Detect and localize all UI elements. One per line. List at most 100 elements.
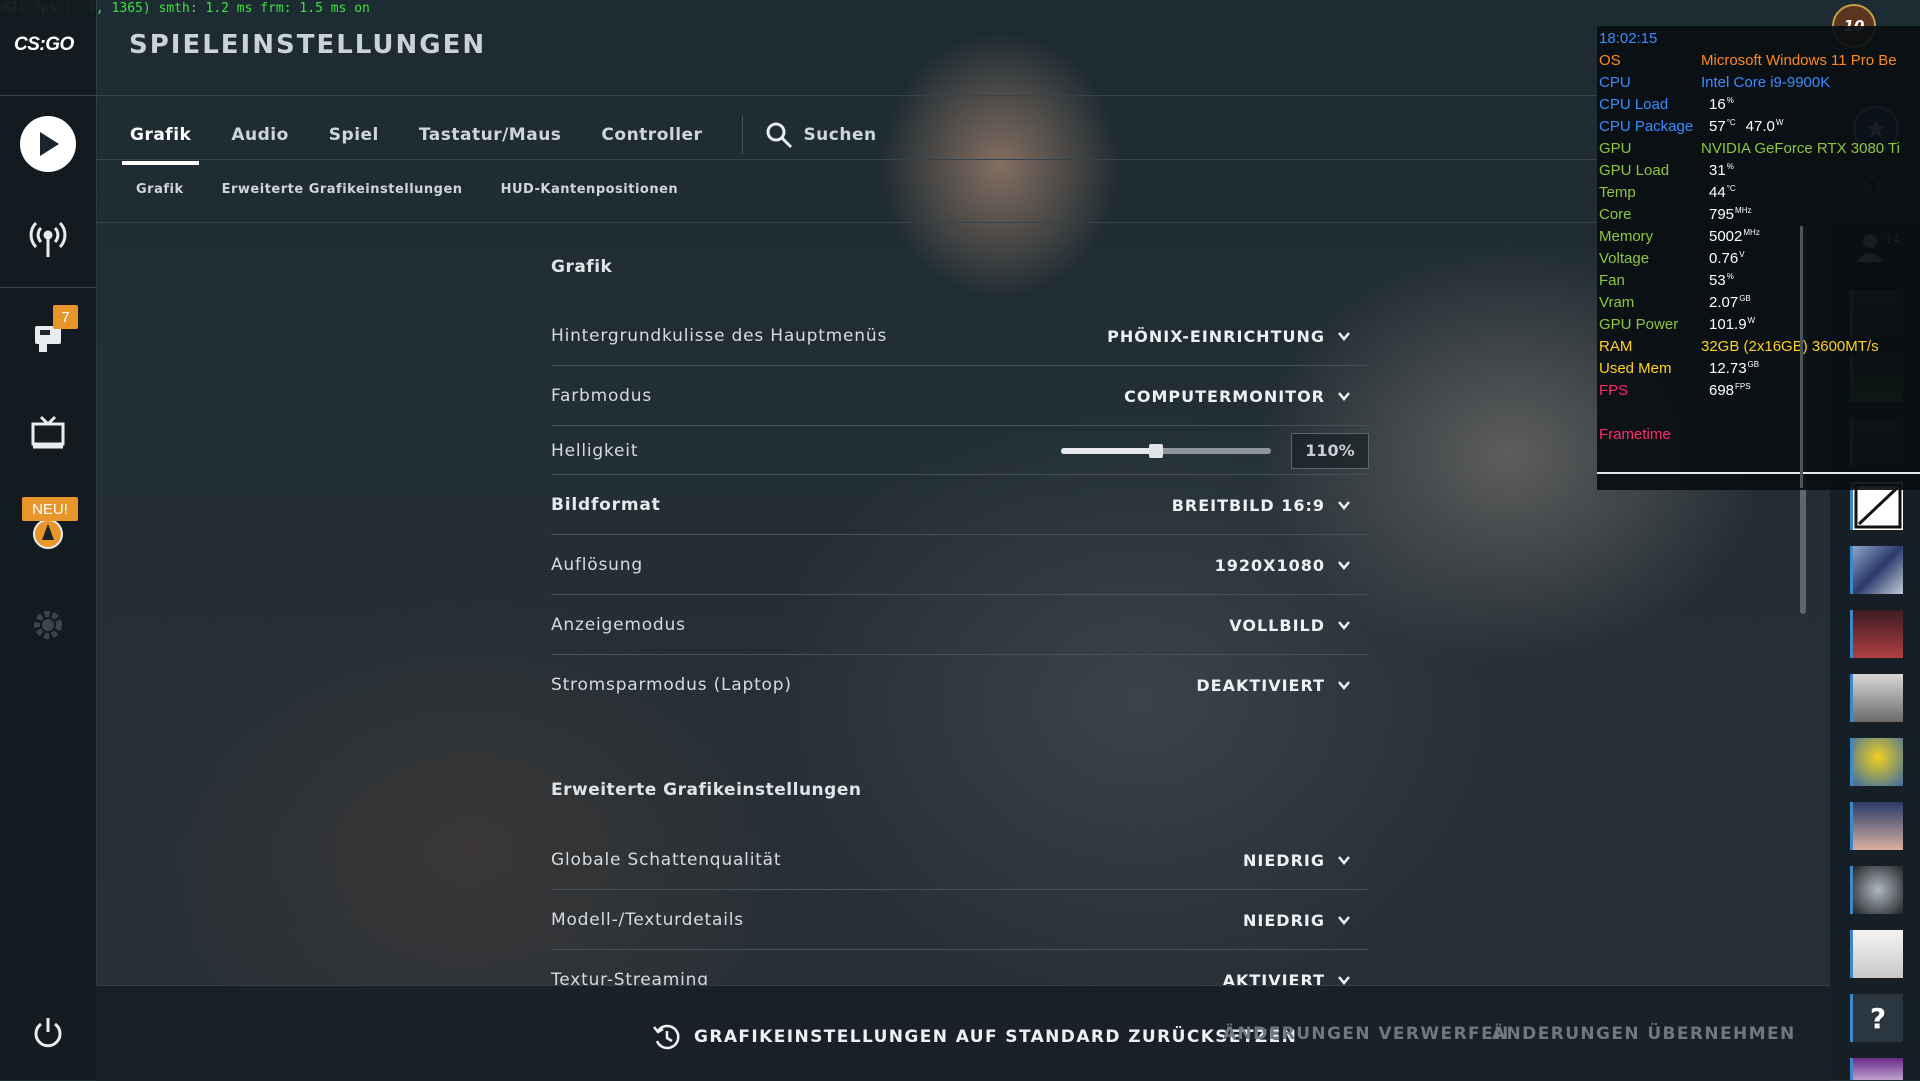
friend-avatar[interactable] bbox=[1850, 802, 1903, 850]
csgo-logo[interactable]: CS:GO bbox=[14, 34, 74, 56]
settings-tabs: Grafik Audio Spiel Tastatur/Maus Control… bbox=[121, 110, 877, 165]
overlay-key: FPS bbox=[1599, 382, 1629, 399]
dropdown-value: VOLLBILD bbox=[1229, 615, 1325, 635]
setting-label: Farbmodus bbox=[551, 386, 652, 406]
overlay-unit: GB bbox=[1747, 360, 1760, 369]
setting-row-bildformat[interactable]: Bildformat BREITBILD 16:9 bbox=[551, 476, 1369, 535]
setting-label: Helligkeit bbox=[551, 440, 639, 461]
overlay-value-number: 698 bbox=[1709, 382, 1735, 399]
brightness-value-input[interactable]: 110% bbox=[1291, 432, 1369, 469]
setting-label: Anzeigemodus bbox=[551, 615, 686, 635]
overlay-time: 18:02:15 bbox=[1599, 30, 1658, 47]
overlay-row: Vram 2.07GB bbox=[1599, 294, 1751, 314]
overlay-extra-value: 47.0 bbox=[1745, 118, 1775, 135]
tab-tastatur-maus[interactable]: Tastatur/Maus bbox=[419, 118, 562, 153]
setting-label: Hintergrundkulisse des Hauptmenüs bbox=[551, 326, 888, 346]
tab-controller[interactable]: Controller bbox=[601, 118, 702, 153]
subtab-bar: Grafik Erweiterte Grafikeinstellungen HU… bbox=[136, 182, 716, 197]
overlay-value-number: 2.07 bbox=[1709, 294, 1739, 311]
setting-dropdown[interactable]: VOLLBILD bbox=[1229, 616, 1369, 635]
tab-grafik[interactable]: Grafik bbox=[121, 118, 200, 165]
friend-avatar[interactable] bbox=[1850, 1058, 1903, 1080]
brightness-slider[interactable] bbox=[1061, 443, 1271, 458]
friend-avatar[interactable] bbox=[1850, 930, 1903, 978]
overlay-unit: MHz bbox=[1735, 206, 1752, 215]
overlay-value: 101.9W bbox=[1701, 316, 1755, 336]
setting-dropdown[interactable]: PHÖNIX-EINRICHTUNG bbox=[1107, 327, 1369, 346]
overlay-value: 795MHz bbox=[1701, 206, 1751, 226]
dropdown-value: BREITBILD 16:9 bbox=[1171, 495, 1325, 515]
chevron-down-icon bbox=[1338, 856, 1350, 865]
overlay-unit: FPS bbox=[1735, 382, 1751, 391]
setting-dropdown[interactable]: COMPUTERMONITOR bbox=[1124, 387, 1369, 406]
settings-button[interactable] bbox=[20, 597, 76, 653]
subtabs-divider bbox=[96, 222, 1598, 223]
setting-row-farbmodus[interactable]: Farbmodus COMPUTERMONITOR bbox=[551, 367, 1369, 426]
overlay-unit: MHz bbox=[1743, 228, 1760, 237]
friend-avatar[interactable] bbox=[1850, 738, 1903, 786]
overlay-row: Voltage 0.76V bbox=[1599, 250, 1745, 270]
power-button[interactable] bbox=[20, 1004, 76, 1060]
reset-defaults-button[interactable]: GRAFIKEINSTELLUNGEN AUF STANDARD ZURÜCKS… bbox=[652, 1022, 1297, 1052]
broadcast-button[interactable] bbox=[20, 210, 76, 266]
friend-avatar[interactable] bbox=[1850, 674, 1903, 722]
header-divider bbox=[96, 95, 1598, 96]
overlay-value: Microsoft Windows 11 Pro Be bbox=[1701, 52, 1897, 72]
friend-avatar[interactable] bbox=[1850, 546, 1903, 594]
setting-row-anzeigemodus[interactable]: Anzeigemodus VOLLBILD bbox=[551, 596, 1369, 655]
overlay-value-number: 795 bbox=[1709, 206, 1735, 223]
friend-avatar[interactable] bbox=[1850, 866, 1903, 914]
overlay-value: 31% bbox=[1701, 162, 1734, 182]
watch-button[interactable] bbox=[20, 404, 76, 460]
setting-dropdown[interactable]: DEAKTIVIERT bbox=[1196, 676, 1369, 695]
overlay-value-number: 31 bbox=[1709, 162, 1726, 179]
setting-dropdown[interactable]: NIEDRIG bbox=[1243, 911, 1369, 930]
tabs-divider bbox=[96, 159, 1598, 160]
overlay-key: GPU bbox=[1599, 140, 1632, 157]
overlay-value: 0.76V bbox=[1701, 250, 1745, 270]
setting-dropdown[interactable]: 1920X1080 bbox=[1215, 556, 1369, 575]
overlay-unit: °C bbox=[1726, 184, 1736, 193]
overlay-value: 5002MHz bbox=[1701, 228, 1760, 248]
setting-row-helligkeit: Helligkeit 110% bbox=[551, 427, 1369, 475]
dropdown-value: NIEDRIG bbox=[1243, 850, 1325, 870]
new-badge: NEU! bbox=[22, 497, 78, 521]
chevron-down-icon bbox=[1338, 332, 1350, 341]
setting-dropdown[interactable]: BREITBILD 16:9 bbox=[1172, 496, 1369, 515]
overlay-key: Core bbox=[1599, 206, 1632, 223]
overlay-key: CPU bbox=[1599, 74, 1631, 91]
play-button[interactable] bbox=[20, 116, 76, 172]
overlay-value: 12.73GB bbox=[1701, 360, 1759, 380]
subtab-hud[interactable]: HUD-Kantenpositionen bbox=[501, 182, 679, 197]
friend-avatar[interactable] bbox=[1850, 610, 1903, 658]
tab-spiel[interactable]: Spiel bbox=[329, 118, 379, 153]
overlay-value-number: 101.9 bbox=[1709, 316, 1747, 333]
setting-dropdown[interactable]: NIEDRIG bbox=[1243, 851, 1369, 870]
discard-changes-button[interactable]: ÄNDERUNGEN VERWERFEN bbox=[1223, 1024, 1510, 1044]
nav-divider bbox=[0, 287, 96, 288]
dropdown-value: COMPUTERMONITOR bbox=[1124, 386, 1325, 406]
overlay-row: GPU Load 31% bbox=[1599, 162, 1734, 182]
subtab-grafik[interactable]: Grafik bbox=[136, 182, 184, 197]
setting-row-stromsparmodus[interactable]: Stromsparmodus (Laptop) DEAKTIVIERT bbox=[551, 656, 1369, 714]
chevron-down-icon bbox=[1338, 392, 1350, 401]
setting-row-textur[interactable]: Modell-/Texturdetails NIEDRIG bbox=[551, 891, 1369, 950]
help-button[interactable]: ? bbox=[1850, 994, 1903, 1042]
search-button[interactable]: Suchen bbox=[765, 121, 876, 149]
overlay-value-number: 57 bbox=[1709, 118, 1726, 135]
overlay-row: Temp 44°C bbox=[1599, 184, 1736, 204]
tab-audio[interactable]: Audio bbox=[231, 118, 288, 153]
setting-row-schatten[interactable]: Globale Schattenqualität NIEDRIG bbox=[551, 831, 1369, 890]
apply-changes-button[interactable]: ÄNDERUNGEN ÜBERNEHMEN bbox=[1492, 1024, 1796, 1044]
setting-row-hintergrund[interactable]: Hintergrundkulisse des Hauptmenüs PHÖNIX… bbox=[551, 307, 1369, 366]
section-title-erweitert: Erweiterte Grafikeinstellungen bbox=[551, 780, 862, 800]
slider-handle[interactable] bbox=[1148, 443, 1163, 458]
setting-row-aufloesung[interactable]: Auflösung 1920X1080 bbox=[551, 536, 1369, 595]
overlay-unit: % bbox=[1726, 96, 1734, 105]
subtab-erweitert[interactable]: Erweiterte Grafikeinstellungen bbox=[222, 182, 463, 197]
overlay-key: RAM bbox=[1599, 338, 1633, 355]
overlay-key: CPU Load bbox=[1599, 96, 1669, 113]
setting-label: Stromsparmodus (Laptop) bbox=[551, 675, 792, 695]
play-icon bbox=[40, 132, 59, 156]
search-label: Suchen bbox=[803, 125, 877, 145]
